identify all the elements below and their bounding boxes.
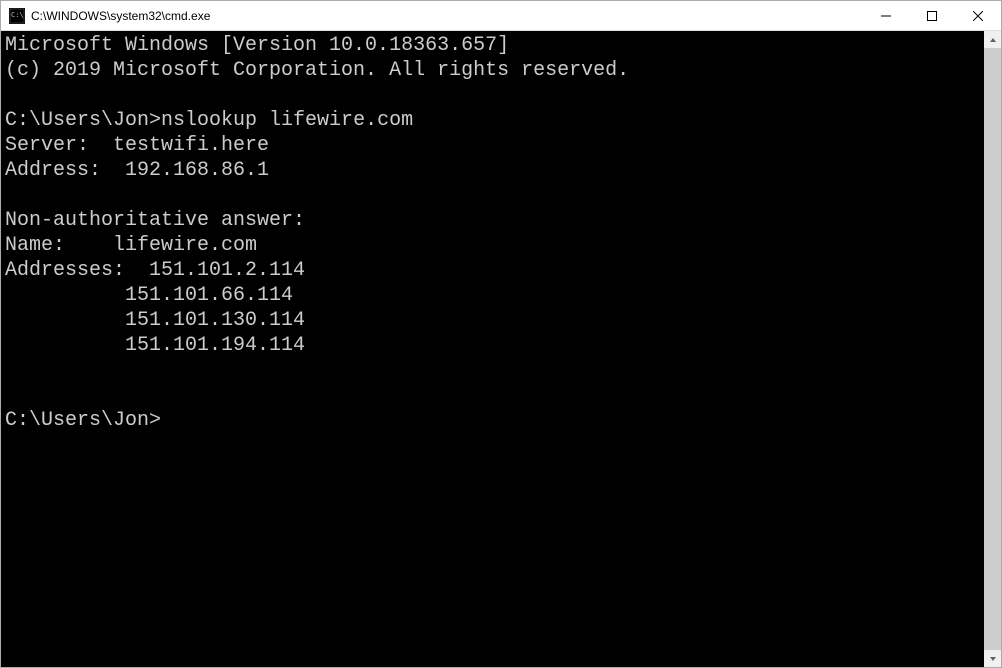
addr-indent — [5, 309, 125, 332]
addresses-label: Addresses: — [5, 259, 149, 282]
window-title: C:\WINDOWS\system32\cmd.exe — [31, 9, 863, 23]
addr-3: 151.101.130.114 — [125, 309, 305, 332]
nonauth-label: Non-authoritative answer: — [5, 209, 305, 232]
cmd-window: C:\ C:\WINDOWS\system32\cmd.exe Microsof… — [0, 0, 1002, 668]
cmd-icon: C:\ — [9, 8, 25, 24]
scrollbar-thumb[interactable] — [984, 48, 1001, 650]
maximize-button[interactable] — [909, 1, 955, 30]
addr-indent — [5, 284, 125, 307]
vertical-scrollbar[interactable] — [984, 31, 1001, 667]
addr-4: 151.101.194.114 — [125, 334, 305, 357]
addr-indent — [5, 334, 125, 357]
server-value: testwifi.here — [113, 134, 269, 157]
server-label: Server: — [5, 134, 113, 157]
banner-line-2: (c) 2019 Microsoft Corporation. All righ… — [5, 59, 629, 82]
titlebar[interactable]: C:\ C:\WINDOWS\system32\cmd.exe — [1, 1, 1001, 31]
prompt-2: C:\Users\Jon> — [5, 409, 161, 432]
scroll-down-button[interactable] — [984, 650, 1001, 667]
name-value: lifewire.com — [113, 234, 257, 257]
terminal-container: Microsoft Windows [Version 10.0.18363.65… — [1, 31, 1001, 667]
address-value: 192.168.86.1 — [125, 159, 269, 182]
scroll-up-button[interactable] — [984, 31, 1001, 48]
terminal-output[interactable]: Microsoft Windows [Version 10.0.18363.65… — [1, 31, 984, 667]
name-label: Name: — [5, 234, 113, 257]
banner-line-1: Microsoft Windows [Version 10.0.18363.65… — [5, 34, 509, 57]
scrollbar-track[interactable] — [984, 48, 1001, 650]
prompt-1: C:\Users\Jon> — [5, 109, 161, 132]
address-label: Address: — [5, 159, 125, 182]
addr-1: 151.101.2.114 — [149, 259, 305, 282]
close-button[interactable] — [955, 1, 1001, 30]
minimize-button[interactable] — [863, 1, 909, 30]
window-controls — [863, 1, 1001, 30]
addr-2: 151.101.66.114 — [125, 284, 293, 307]
svg-text:C:\: C:\ — [11, 11, 24, 19]
command-1: nslookup lifewire.com — [161, 109, 413, 132]
